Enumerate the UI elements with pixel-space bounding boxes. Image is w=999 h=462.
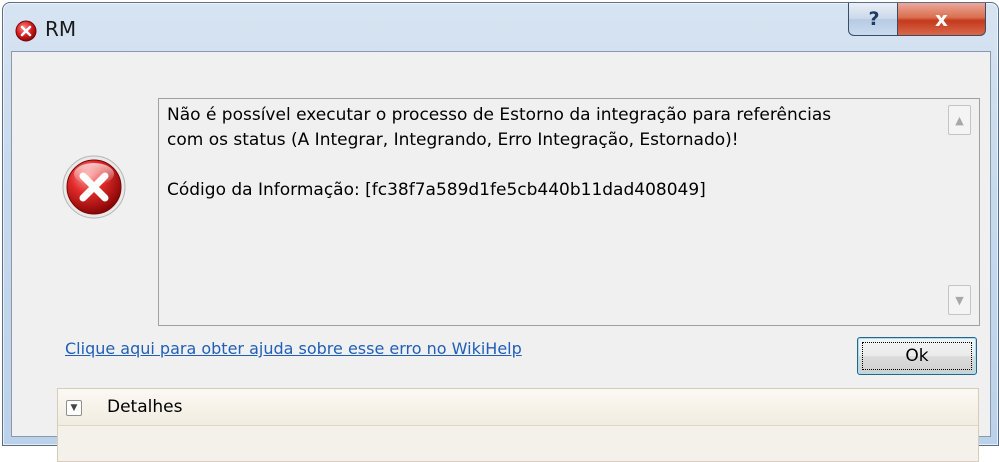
window-title: RM [45, 17, 77, 41]
error-icon [62, 155, 126, 219]
details-panel: ▼ Detalhes [57, 388, 979, 462]
details-label: Detalhes [107, 397, 183, 417]
message-line-2: com os status (A Integrar, Integrando, E… [167, 130, 739, 150]
wikihelp-link[interactable]: Clique aqui para obter ajuda sobre esse … [65, 339, 522, 358]
message-textbox[interactable]: Não é possível executar o processo de Es… [158, 98, 980, 326]
message-scrollbar[interactable]: ▲ ▼ [948, 105, 971, 315]
message-code: Código da Informação: [fc38f7a589d1fe5cb… [167, 180, 706, 200]
details-header[interactable]: ▼ Detalhes [58, 389, 978, 426]
help-button[interactable]: ? [848, 3, 900, 36]
help-icon: ? [868, 8, 880, 30]
chevron-down-icon[interactable]: ▼ [66, 400, 82, 416]
message-text: Não é possível executar o processo de Es… [167, 103, 927, 203]
scroll-up-arrow-icon[interactable]: ▲ [948, 105, 971, 135]
error-icon [15, 20, 37, 42]
title-bar[interactable]: RM ? x [3, 3, 998, 51]
close-button[interactable]: x [897, 3, 986, 36]
dialog-window: RM ? x Não é possível executar o process… [2, 2, 999, 462]
message-line-1: Não é possível executar o processo de Es… [167, 105, 832, 125]
close-icon: x [935, 7, 948, 31]
dialog-body: Não é possível executar o processo de Es… [11, 51, 991, 462]
scroll-down-arrow-icon[interactable]: ▼ [948, 285, 971, 315]
ok-button[interactable]: Ok [857, 337, 977, 375]
focus-rectangle [862, 342, 972, 370]
